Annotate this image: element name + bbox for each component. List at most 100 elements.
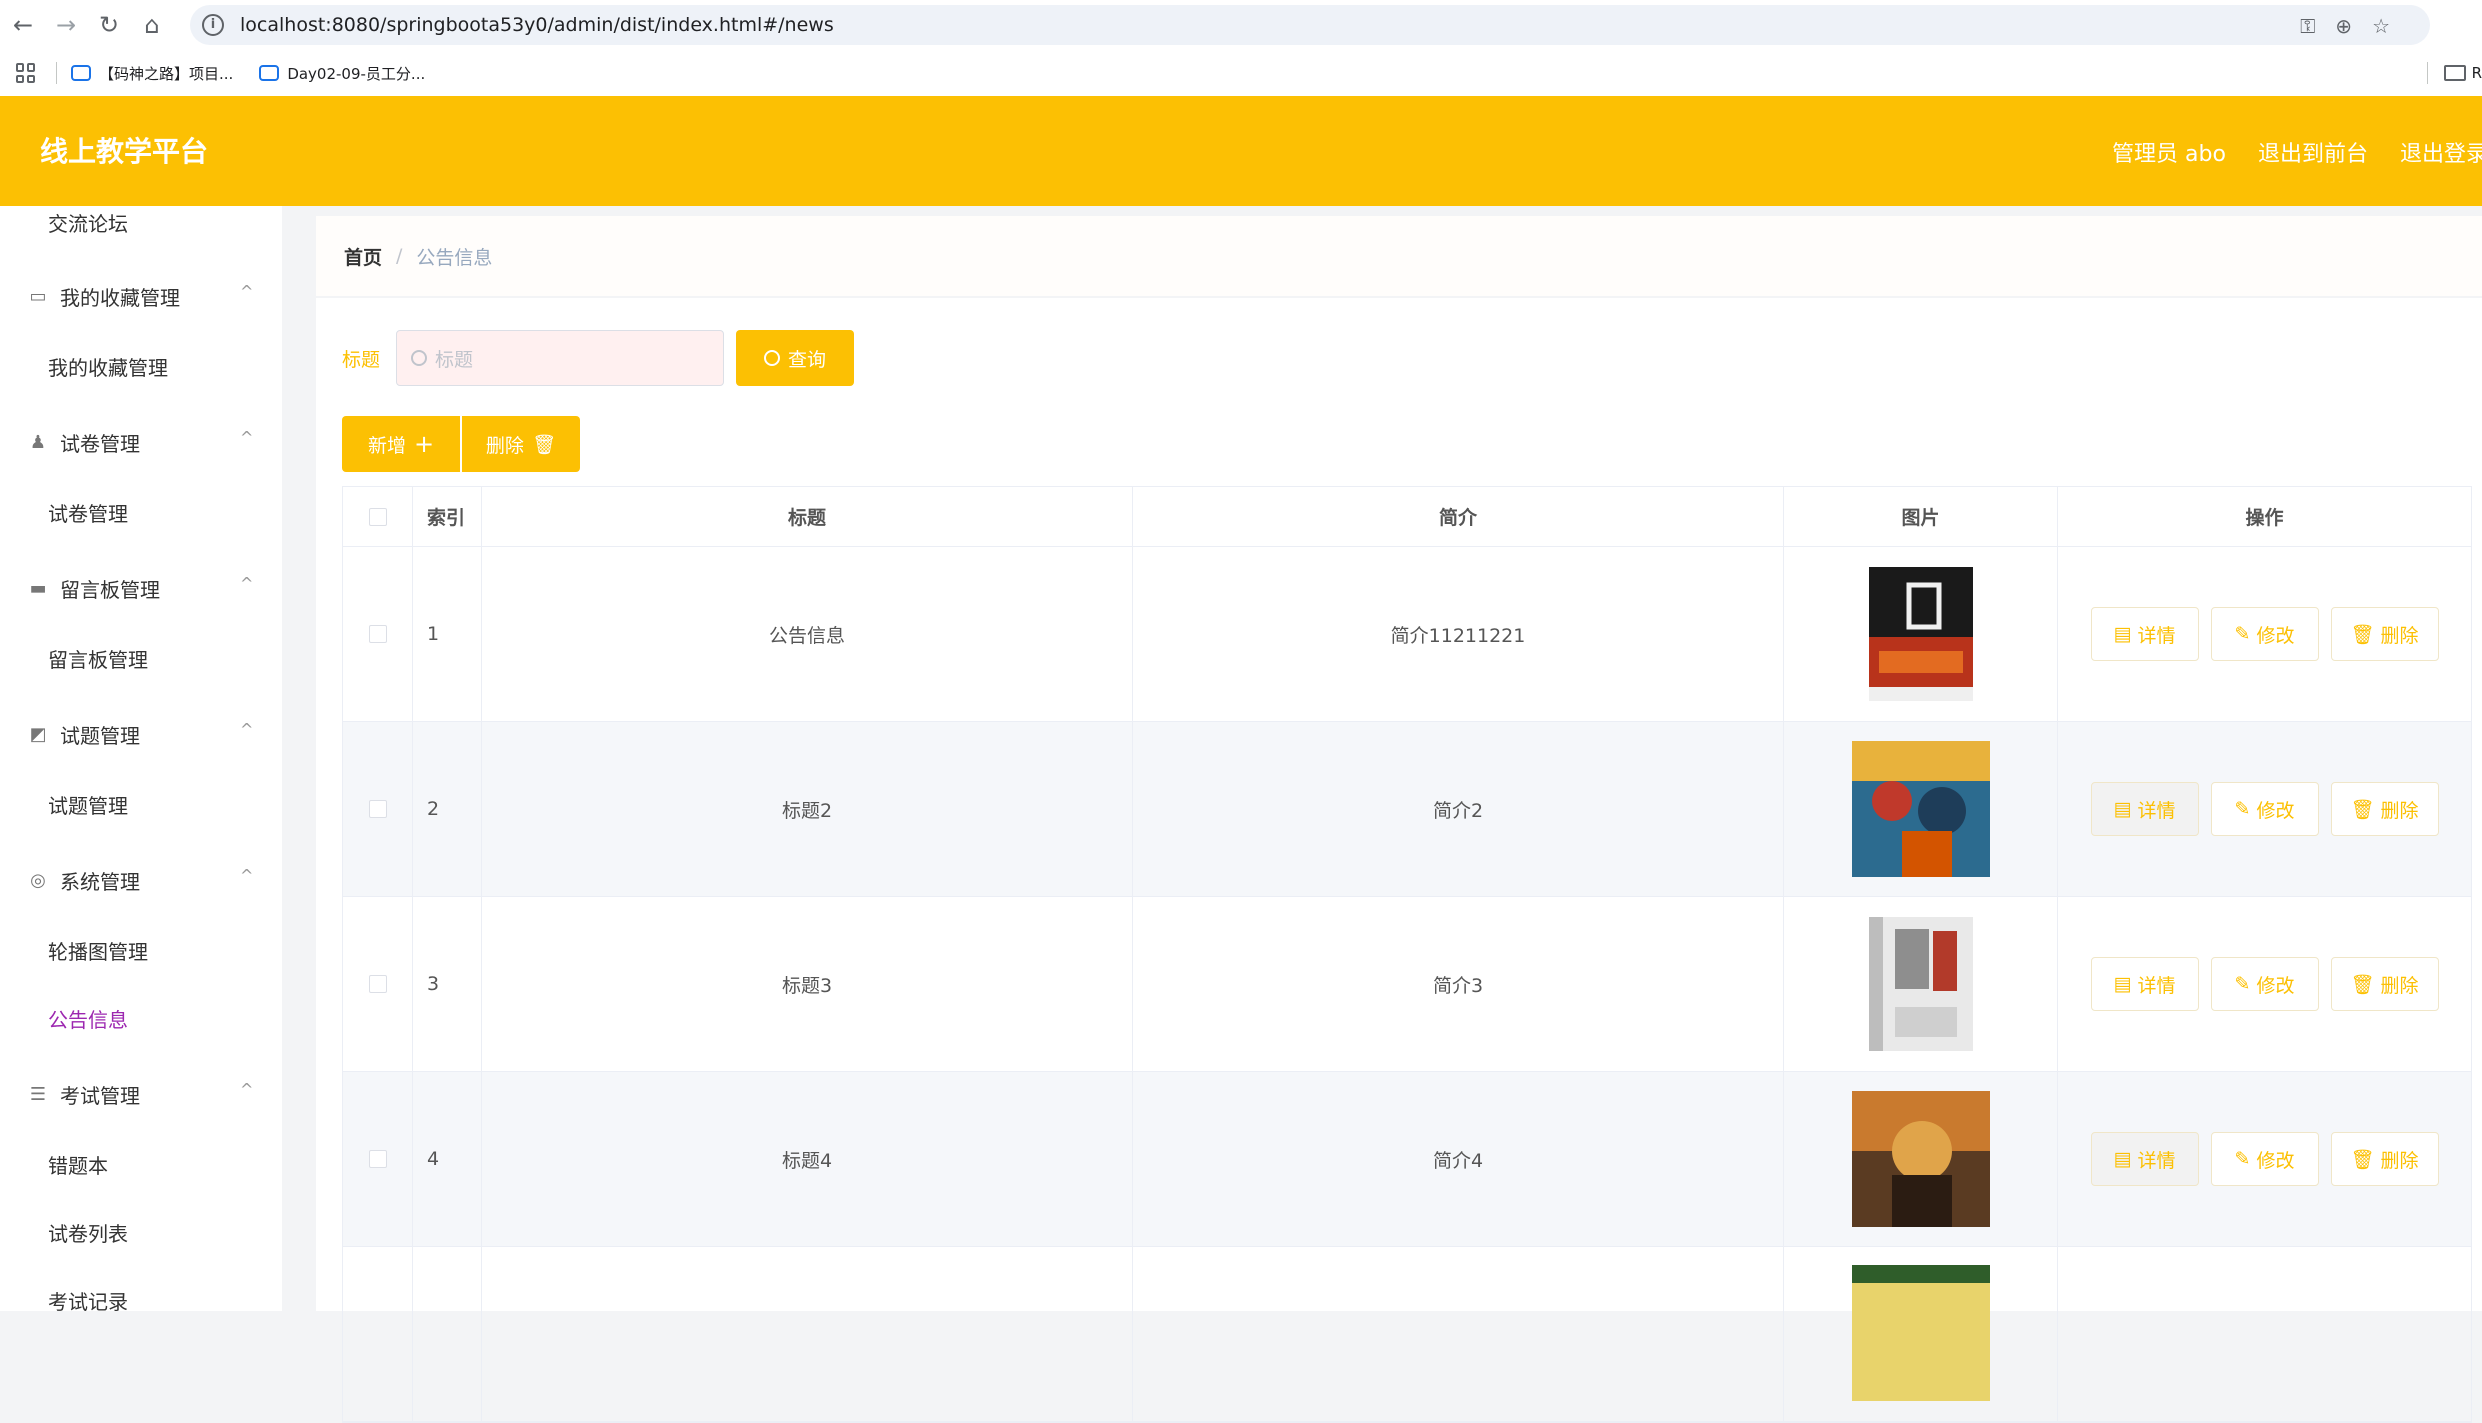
chevron-up-icon: ^	[240, 1080, 254, 1099]
breadcrumb-home[interactable]: 首页	[344, 243, 382, 270]
document-icon: ▤	[2113, 798, 2132, 820]
table-row[interactable]: 2 标题2 简介2 ▤ 详情 ✎ 修改 🗑 删除	[343, 722, 2471, 897]
row-checkbox[interactable]	[368, 975, 387, 993]
row-actions: ▤ 详情 ✎ 修改 🗑 删除	[2058, 1072, 2471, 1246]
detail-button[interactable]: ▤ 详情	[2090, 782, 2199, 836]
exit-to-front-link[interactable]: 退出到前台	[2258, 136, 2368, 168]
sidebar-item-forum[interactable]: 交流论坛	[48, 208, 282, 237]
edit-button[interactable]: ✎ 修改	[2210, 957, 2319, 1011]
sidebar-item-messages[interactable]: 留言板管理	[48, 644, 282, 673]
site-info-icon[interactable]: i	[202, 14, 224, 36]
address-bar[interactable]: i localhost:8080/springboota53y0/admin/d…	[190, 5, 2430, 45]
sidebar-group-exams[interactable]: ☰ 考试管理 ^	[0, 1080, 282, 1109]
table-row[interactable]: 1 公告信息 简介11211221 ▤ 详情 ✎ 修改 🗑 删除	[343, 547, 2471, 722]
cover-image[interactable]	[1851, 1091, 1990, 1227]
sidebar-group-favorites[interactable]: ▭ 我的收藏管理 ^	[0, 282, 282, 311]
delete-button[interactable]: 🗑 删除	[2330, 782, 2439, 836]
bookmark-1[interactable]: 【码神之路】项目...	[71, 63, 233, 84]
add-button[interactable]: 新增 +	[342, 416, 460, 472]
cover-image[interactable]	[1868, 917, 1973, 1051]
forward-icon[interactable]: →	[46, 5, 86, 45]
bookmarks-bar: 【码神之路】项目... Day02-09-员工分... R	[0, 50, 2482, 96]
row-image-cell	[1784, 1247, 2058, 1421]
sidebar: 交流论坛 ▭ 我的收藏管理 ^ 我的收藏管理 ♟ 试卷管理 ^ 试卷管理 ▬ 留…	[0, 206, 282, 1311]
list-icon: ☰	[29, 1083, 47, 1105]
row-image-cell	[1784, 897, 2058, 1071]
key-icon[interactable]: ⚿	[2300, 14, 2315, 38]
home-icon[interactable]: ⌂	[132, 5, 172, 45]
detail-label: 详情	[2137, 799, 2176, 822]
sidebar-item-news-active[interactable]: 公告信息	[48, 1004, 282, 1033]
table-row[interactable]	[343, 1247, 2471, 1422]
breadcrumb-separator: /	[396, 245, 403, 267]
search-label: 标题	[342, 349, 381, 371]
sidebar-group-papers[interactable]: ♟ 试卷管理 ^	[0, 428, 282, 457]
sidebar-item-carousel[interactable]: 轮播图管理	[48, 936, 282, 965]
back-icon[interactable]: ←	[3, 5, 43, 45]
reload-icon[interactable]: ↻	[89, 5, 129, 45]
row-select-cell	[343, 1072, 413, 1246]
sidebar-item-questions[interactable]: 试题管理	[48, 790, 282, 819]
row-checkbox[interactable]	[368, 800, 387, 818]
cover-image[interactable]	[1851, 1265, 1990, 1401]
logout-link[interactable]: 退出登录	[2400, 136, 2482, 168]
star-icon[interactable]: ☆	[2372, 14, 2390, 38]
detail-button[interactable]: ▤ 详情	[2090, 957, 2199, 1011]
sidebar-group-system[interactable]: ◎ 系统管理 ^	[0, 866, 282, 895]
lifebuoy-icon: ◎	[30, 869, 46, 891]
current-user[interactable]: 管理员 abo	[2112, 136, 2226, 168]
sidebar-item-paper-list[interactable]: 试卷列表	[48, 1218, 282, 1247]
edit-button[interactable]: ✎ 修改	[2210, 1132, 2319, 1186]
edit-button[interactable]: ✎ 修改	[2210, 607, 2319, 661]
bookmark-2[interactable]: Day02-09-员工分...	[259, 63, 425, 84]
delete-button-label: 删除	[485, 434, 524, 457]
sidebar-group-questions[interactable]: ◩ 试题管理 ^	[0, 720, 282, 749]
chevron-up-icon: ^	[240, 428, 254, 447]
detail-label: 详情	[2137, 624, 2176, 647]
trash-icon: 🗑	[2350, 623, 2375, 646]
search-button[interactable]: 查询	[736, 330, 854, 386]
id-card-icon: ▭	[29, 285, 47, 307]
bookmark-1-label: 【码神之路】项目...	[99, 64, 234, 83]
bookmark-folder[interactable]: R	[2426, 62, 2482, 84]
row-title	[482, 1247, 1133, 1421]
sidebar-item-papers[interactable]: 试卷管理	[48, 498, 282, 527]
row-actions: ▤ 详情 ✎ 修改 🗑 删除	[2058, 722, 2471, 896]
pencil-icon: ✎	[2234, 1148, 2251, 1170]
delete-button[interactable]: 🗑 删除	[2330, 957, 2439, 1011]
detail-button[interactable]: ▤ 详情	[2090, 1132, 2199, 1186]
detail-label: 详情	[2137, 974, 2176, 997]
bilibili-icon	[71, 65, 91, 81]
header-cell-desc: 简介	[1133, 487, 1784, 546]
row-actions: ▤ 详情 ✎ 修改 🗑 删除	[2058, 897, 2471, 1071]
row-actions: ▤ 详情 ✎ 修改 🗑 删除	[2058, 547, 2471, 721]
news-table: 索引 标题 简介 图片 操作 1 公告信息 简介11211221 ▤ 详情 ✎ …	[342, 486, 2472, 1423]
select-all-checkbox[interactable]	[368, 507, 387, 526]
zoom-icon[interactable]: ⊕	[2335, 14, 2352, 38]
detail-button[interactable]: ▤ 详情	[2090, 607, 2199, 661]
table-row[interactable]: 4 标题4 简介4 ▤ 详情 ✎ 修改 🗑 删除	[343, 1072, 2471, 1247]
search-input[interactable]: 标题	[396, 330, 724, 386]
row-checkbox[interactable]	[368, 625, 387, 643]
edit-label: 修改	[2256, 624, 2295, 647]
batch-delete-button[interactable]: 删除 🗑	[462, 416, 580, 472]
breadcrumb-current: 公告信息	[416, 246, 493, 269]
delete-button[interactable]: 🗑 删除	[2330, 607, 2439, 661]
sidebar-item-wrongbook[interactable]: 错题本	[48, 1150, 282, 1179]
cover-image[interactable]	[1851, 741, 1990, 877]
cover-image[interactable]	[1868, 567, 1973, 701]
edit-button[interactable]: ✎ 修改	[2210, 782, 2319, 836]
row-checkbox[interactable]	[368, 1150, 387, 1168]
table-row[interactable]: 3 标题3 简介3 ▤ 详情 ✎ 修改 🗑 删除	[343, 897, 2471, 1072]
sidebar-group-messages[interactable]: ▬ 留言板管理 ^	[0, 574, 282, 603]
sidebar-group-label: 试卷管理	[60, 432, 140, 456]
plus-icon: +	[413, 430, 435, 458]
delete-button[interactable]: 🗑 删除	[2330, 1132, 2439, 1186]
sidebar-item-favorites[interactable]: 我的收藏管理	[48, 352, 282, 381]
header-cell-select	[343, 487, 413, 546]
chevron-up-icon: ^	[240, 866, 254, 885]
address-url[interactable]: localhost:8080/springboota53y0/admin/dis…	[240, 14, 834, 36]
sidebar-item-exam-records[interactable]: 考试记录	[48, 1286, 282, 1311]
apps-icon[interactable]	[16, 63, 36, 83]
row-desc: 简介2	[1133, 722, 1784, 896]
